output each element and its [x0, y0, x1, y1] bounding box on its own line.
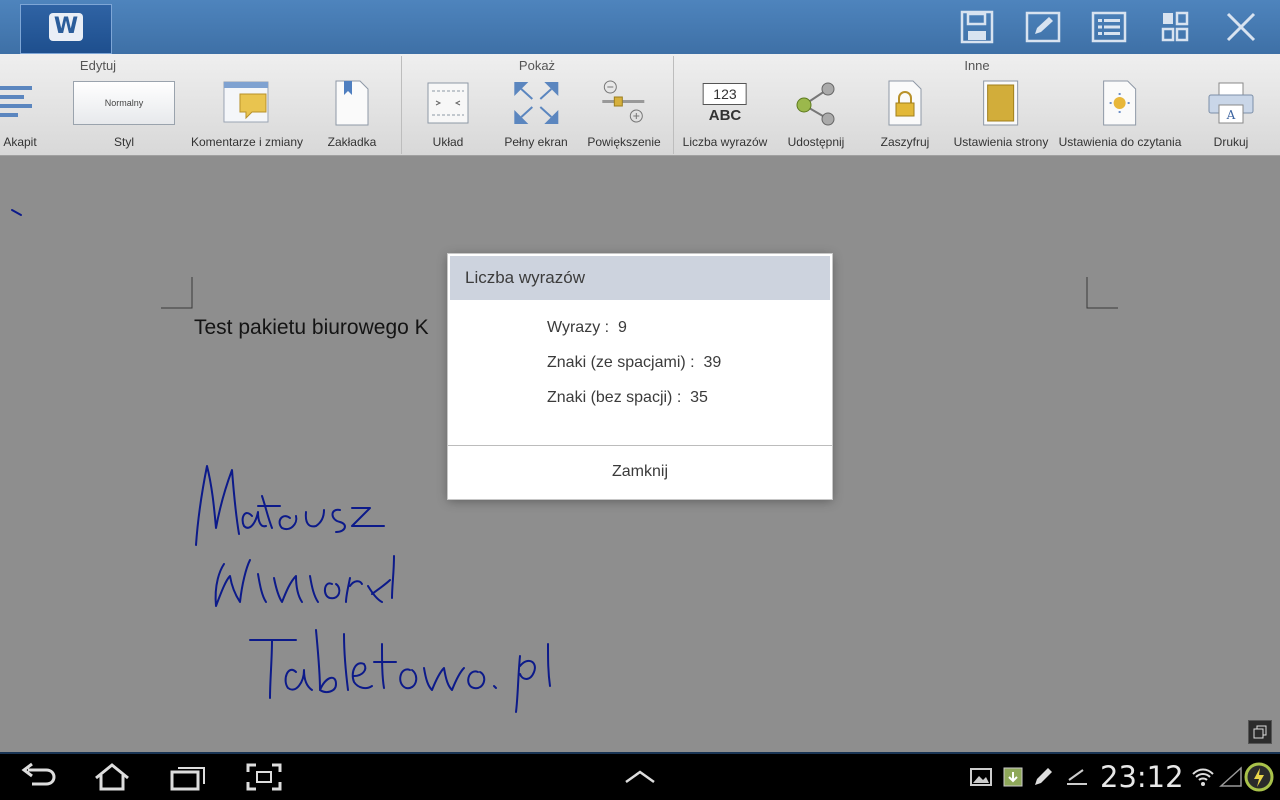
outline-button[interactable]: [1087, 6, 1131, 48]
ribbon-reading-settings-label: Ustawienia do czytania: [1058, 135, 1182, 149]
reading-settings-icon: [1090, 74, 1150, 132]
recent-apps-icon: [170, 767, 205, 791]
group-divider: [401, 56, 402, 154]
wifi-icon: [1192, 768, 1214, 786]
ribbon-print-button[interactable]: A Drukuj: [1201, 74, 1261, 154]
ribbon-fullscreen-button[interactable]: Pełny ekran: [504, 74, 568, 154]
app-menu-button[interactable]: W: [20, 4, 112, 54]
image-icon: [970, 768, 992, 786]
ribbon-zoom-label: Powiększenie: [587, 135, 661, 149]
ribbon-page-settings-label: Ustawienia strony: [953, 135, 1049, 149]
svg-text:A: A: [1226, 108, 1236, 122]
recent-apps-button[interactable]: [164, 760, 212, 794]
page-settings-icon: [971, 74, 1031, 132]
dialog-title: Liczba wyrazów: [450, 256, 830, 300]
ribbon-share-button[interactable]: Udostępnij: [786, 74, 846, 154]
word-count-icon-letters: ABC: [708, 106, 742, 124]
word-count-dialog: Liczba wyrazów Wyrazy : 9 Znaki (ze spac…: [448, 254, 832, 499]
word-count-icon: 123 ABC: [695, 74, 755, 132]
gallery-notification[interactable]: [968, 764, 994, 790]
battery-status: [1244, 762, 1274, 792]
ribbon-share-label: Udostępnij: [787, 135, 845, 149]
save-button[interactable]: [955, 6, 999, 48]
signature-icon: [1067, 769, 1087, 785]
ribbon-style-label: Styl: [113, 135, 134, 149]
ribbon-fullscreen-label: Pełny ekran: [504, 135, 568, 149]
mini-apps-tray-button[interactable]: [616, 760, 664, 794]
group-label-other: Inne: [964, 58, 990, 73]
close-app-button[interactable]: [1219, 6, 1263, 48]
word-count-icon-number: 123: [702, 82, 747, 105]
paragraph-icon: [0, 74, 50, 132]
edit-icon: [1025, 11, 1061, 43]
ribbon-encrypt-button[interactable]: Zaszyfruj: [875, 74, 935, 154]
pen-icon: [1035, 768, 1052, 785]
screenshot-button[interactable]: [240, 760, 288, 794]
back-icon: [21, 762, 56, 786]
group-label-edit: Edytuj: [79, 58, 117, 73]
ribbon-reading-settings-button[interactable]: Ustawienia do czytania: [1058, 74, 1182, 154]
ribbon-paragraph-button[interactable]: Akapit: [0, 74, 50, 154]
battery-charging-icon: [1244, 762, 1274, 792]
ribbon-encrypt-label: Zaszyfruj: [880, 135, 930, 149]
ribbon-page-settings-button[interactable]: Ustawienia strony: [953, 74, 1049, 154]
layout-icon: [418, 74, 478, 132]
group-divider: [673, 56, 674, 154]
restore-window-icon: [1253, 725, 1267, 739]
close-icon: [1226, 12, 1256, 42]
ribbon-zoom-button[interactable]: Powiększenie: [587, 74, 661, 154]
ribbon-comments-button[interactable]: Komentarze i zmiany: [191, 74, 303, 154]
system-bar-top-edge: [0, 752, 1280, 754]
screenshot-icon: [246, 763, 282, 791]
bookmark-icon: [322, 74, 382, 132]
window-resize-button[interactable]: [1248, 720, 1272, 744]
fullscreen-icon: [506, 74, 566, 132]
ribbon-comments-label: Komentarze i zmiany: [190, 135, 304, 149]
lock-icon: [875, 74, 935, 132]
style-preview: Normalny: [73, 81, 175, 125]
word-app-icon: W: [49, 13, 83, 41]
back-button[interactable]: [14, 760, 62, 794]
char-count-with-spaces-stat: Znaki (ze spacjami) : 39: [547, 354, 722, 371]
home-button[interactable]: [88, 760, 136, 794]
wifi-status: [1190, 764, 1216, 790]
ribbon-word-count-button[interactable]: 123 ABC Liczba wyrazów: [682, 74, 768, 154]
printer-icon: A: [1201, 74, 1261, 132]
download-notification[interactable]: [1000, 764, 1026, 790]
group-label-show: Pokaż: [518, 58, 556, 73]
ribbon-print-label: Drukuj: [1213, 135, 1249, 149]
android-download-icon: [1003, 767, 1023, 787]
edit-mode-button[interactable]: [1021, 6, 1065, 48]
grid-icon: [1161, 11, 1189, 42]
system-navigation-bar: 23:12: [0, 752, 1280, 800]
signal-icon: [1219, 766, 1242, 787]
ribbon-word-count-label: Liczba wyrazów: [682, 135, 768, 149]
chevron-up-icon: [625, 770, 655, 784]
save-icon: [960, 10, 994, 44]
char-count-without-spaces-stat: Znaki (bez spacji) : 35: [547, 389, 708, 406]
list-icon: [1091, 11, 1127, 43]
ribbon-layout-button[interactable]: Układ: [418, 74, 478, 154]
zoom-icon: [594, 74, 654, 132]
close-dialog-button[interactable]: Zamknij: [448, 446, 832, 499]
ribbon-bookmark-label: Zakładka: [327, 135, 377, 149]
handwriting-input-notification[interactable]: [1064, 764, 1090, 790]
comments-icon: [217, 74, 277, 132]
ribbon-layout-label: Układ: [432, 135, 464, 149]
system-clock: 23:12: [1100, 760, 1184, 794]
view-grid-button[interactable]: [1153, 6, 1197, 48]
word-count-stat: Wyrazy : 9: [547, 319, 627, 336]
ribbon-paragraph-label: Akapit: [3, 135, 37, 149]
ribbon-bookmark-button[interactable]: Zakładka: [322, 74, 382, 154]
signal-status: [1218, 764, 1244, 790]
app-title-bar: W: [0, 0, 1280, 54]
share-icon: [786, 74, 846, 132]
home-icon: [95, 763, 129, 791]
pen-notification[interactable]: [1031, 764, 1057, 790]
ribbon-style-button[interactable]: Normalny Styl: [73, 74, 175, 154]
ribbon-toolbar: Edytuj Pokaż Inne Akapit Normalny Styl K…: [0, 54, 1280, 156]
